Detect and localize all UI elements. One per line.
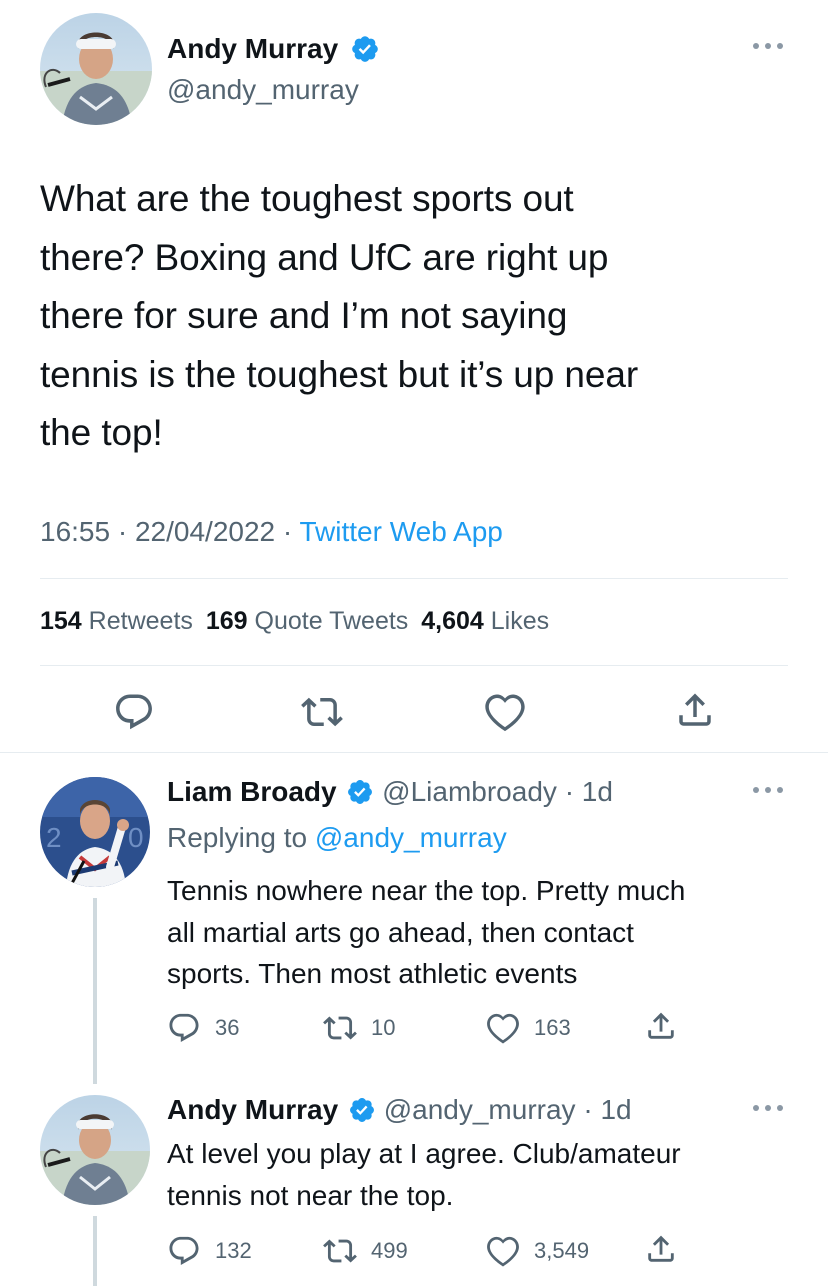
engagement-stats: 154 Retweets 169 Quote Tweets 4,604 Like… [40,609,549,634]
svg-text:2: 2 [46,822,62,853]
quotes-label: Quote Tweets [254,607,409,635]
retweet-count: 499 [371,1238,408,1263]
reply-button[interactable]: 36 [167,1011,239,1045]
tweet-source-link[interactable]: Twitter Web App [300,516,503,547]
reply-text: At level you play at I agree. Club/amate… [167,1133,681,1216]
reply-age[interactable]: · 1d [565,776,613,807]
tweet-time[interactable]: 16:55 [40,516,110,547]
verified-badge-icon [348,779,373,804]
verified-badge-icon [352,35,378,62]
like-count: 3,549 [534,1238,590,1263]
divider [0,752,828,753]
more-icon[interactable] [753,787,783,795]
thread-line [93,898,97,1084]
retweet-button[interactable]: 499 [323,1234,408,1268]
share-icon [648,1012,674,1039]
like-button[interactable]: 163 [486,1011,571,1045]
likes-stat[interactable]: 4,604 Likes [421,607,549,635]
reply-text-line: tennis not near the top. [167,1179,454,1211]
reply-author-name[interactable]: Liam Broady [167,776,337,807]
tweet-text-line: the top! [40,412,163,453]
tweet-meta: 16:55 · 22/04/2022 · Twitter Web App [40,514,503,550]
retweet-icon [323,1239,357,1263]
retweets-stat[interactable]: 154 Retweets [40,607,200,635]
replying-to-label: Replying to [167,822,308,853]
likes-label: Likes [490,607,550,635]
replying-to-handle[interactable]: @andy_murray [315,822,507,853]
tweet-text-line: What are the toughest sports out [40,178,574,219]
retweets-label: Retweets [88,607,193,635]
reply-author-handle[interactable]: @andy_murray [384,1094,576,1125]
reply-text-line: all martial arts go ahead, then contact [167,916,634,948]
verified-badge-icon [349,1097,374,1122]
tweet-text-line: there for sure and I’m not saying [40,295,568,336]
tweet-text-line: tennis is the toughest but it’s up near [40,353,639,395]
share-button[interactable] [644,1232,678,1266]
meta-dot: · [282,516,293,547]
like-icon [487,1236,519,1267]
meta-dot: · [117,516,128,547]
reply-text-line: At level you play at I agree. Club/amate… [167,1138,681,1169]
reply-button[interactable] [113,691,155,733]
author-name[interactable]: Andy Murray [167,33,338,64]
reply-header: Liam Broady @Liambroady · 1d [167,775,613,809]
quotes-count: 169 [205,607,248,635]
share-button[interactable] [644,1009,678,1043]
retweet-icon [301,697,343,727]
more-icon[interactable] [753,43,783,51]
author-name-row[interactable]: Andy Murray [167,32,380,66]
reply-text: Tennis nowhere near the top. Pretty much… [167,870,685,995]
author-avatar[interactable] [40,13,152,125]
reply-icon [169,1236,199,1265]
like-button[interactable]: 3,549 [486,1234,589,1268]
divider [40,578,788,579]
share-icon [679,693,711,726]
reply-icon [116,694,152,730]
reply-button[interactable]: 132 [167,1234,252,1268]
reply-text-line: sports. Then most athletic events [167,958,578,989]
retweet-button[interactable]: 10 [323,1011,395,1045]
reply-author-avatar[interactable]: 2 0 [40,777,150,887]
reply-count: 132 [215,1238,252,1263]
thread-line [93,1216,97,1286]
likes-count: 4,604 [421,607,484,635]
reply-author-name[interactable]: Andy Murray [167,1094,338,1125]
retweet-count: 10 [371,1015,396,1040]
retweet-icon [323,1016,357,1040]
more-icon[interactable] [753,1105,783,1113]
quotes-stat[interactable]: 169 Quote Tweets [206,607,415,635]
retweet-button[interactable] [301,691,343,733]
author-handle[interactable]: @andy_murray [167,73,359,107]
like-icon [485,694,525,732]
divider [40,665,788,666]
tweet-text: What are the toughest sports out there? … [40,170,638,463]
replying-to: Replying to @andy_murray [167,821,507,855]
share-icon [648,1235,674,1262]
like-count: 163 [534,1015,571,1040]
reply-header: Andy Murray @andy_murray · 1d [167,1093,632,1127]
svg-text:0: 0 [128,822,144,853]
reply-icon [169,1013,199,1042]
tweet-text-line: there? Boxing and UfC are right up [40,236,609,278]
retweets-count: 154 [40,607,82,635]
reply-text-line: Tennis nowhere near the top. Pretty much [167,875,686,906]
reply-age[interactable]: · 1d [583,1094,631,1125]
tweet-date[interactable]: 22/04/2022 [135,516,275,547]
reply-count: 36 [215,1015,240,1040]
reply-author-avatar[interactable] [40,1095,150,1205]
like-icon [487,1013,519,1044]
like-button[interactable] [484,691,526,733]
reply-author-handle[interactable]: @Liambroady [382,776,557,807]
share-button[interactable] [674,689,716,731]
